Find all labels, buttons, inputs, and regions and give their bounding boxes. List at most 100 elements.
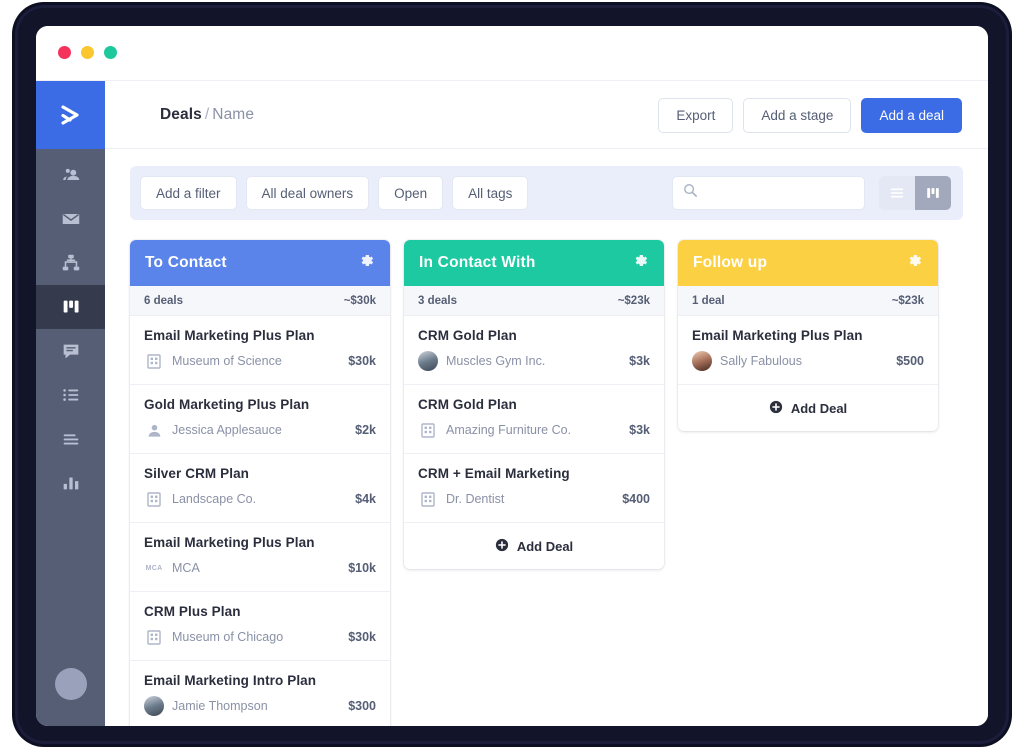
deal-company: Museum of Chicago [172,630,284,644]
sidebar-item-reports[interactable] [36,461,105,505]
breadcrumb: Deals / Name [160,106,254,124]
deal-title: Silver CRM Plan [144,466,250,481]
minimize-window-button[interactable] [81,46,94,59]
deal-card[interactable]: CRM Plus Plan Museum of Chicago $30k [130,592,390,661]
deal-card[interactable]: CRM Gold Plan Amazing Furniture Co. $3k [404,385,664,454]
window-titlebar [36,26,988,81]
sidebar-item-lists[interactable] [36,373,105,417]
plus-circle-icon [769,400,783,417]
column-total-value: ~$23k [891,294,924,307]
deal-card[interactable]: Silver CRM Plan Landscape Co. $4k [130,454,390,523]
column-deal-count: 6 deals [144,294,183,307]
sidebar-item-conversations[interactable] [36,329,105,373]
tags-filter[interactable]: All tags [452,176,529,210]
deal-company: MCA [172,561,200,575]
kanban-column: To Contact 6 deals ~$30k Email Marketing Pl… [130,240,390,726]
list-view-button[interactable] [879,176,915,210]
add-stage-button[interactable]: Add a stage [743,98,852,133]
sidebar-user-avatar[interactable] [55,668,87,700]
deal-meta: Jamie Thompson $300 [144,696,376,716]
deal-amount: $300 [348,699,376,713]
sidebar-item-campaigns[interactable] [36,197,105,241]
building-icon [144,351,164,371]
column-total-value: ~$30k [343,294,376,307]
view-toggle [879,176,951,210]
column-header: To Contact [130,240,390,286]
mca-logo-icon: MCA [145,564,163,572]
avatar-photo-icon [144,696,164,716]
text-lines-icon [63,434,78,445]
maximize-window-button[interactable] [104,46,117,59]
deal-amount: $4k [355,492,376,506]
gear-icon[interactable] [906,252,923,274]
deal-owners-filter[interactable]: All deal owners [245,176,370,210]
column-title: Follow up [693,254,768,271]
flowchart-icon [62,254,79,271]
kanban-icon [63,300,79,313]
deal-card[interactable]: CRM Gold Plan Muscles Gym Inc. $3k [404,316,664,385]
board-view-button[interactable] [915,176,951,210]
deal-amount: $400 [622,492,650,506]
column-header: Follow up [678,240,938,286]
deal-card[interactable]: CRM + Email Marketing Dr. Dentist $400 [404,454,664,523]
deal-title: CRM + Email Marketing [418,466,570,481]
deal-amount: $10k [348,561,376,575]
envelope-icon [62,213,79,225]
deal-meta: Landscape Co. $4k [144,489,376,509]
status-filter[interactable]: Open [378,176,444,210]
person-icon [144,420,164,440]
deal-meta: MCA MCA $10k [144,558,376,578]
breadcrumb-root[interactable]: Deals [160,106,202,123]
deal-card[interactable]: Email Marketing Plus Plan Sally Fabulous $… [678,316,938,385]
deal-title: CRM Gold Plan [418,397,517,412]
search-icon [683,183,698,203]
add-deal-footer-button[interactable]: Add Deal [404,523,664,569]
sidebar-item-automations[interactable] [36,241,105,285]
close-window-button[interactable] [58,46,71,59]
deal-meta: Sally Fabulous $500 [692,351,924,371]
deal-meta: Amazing Furniture Co. $3k [418,420,650,440]
search-input[interactable] [705,185,845,201]
deal-company: Museum of Science [172,354,282,368]
deal-card[interactable]: Gold Marketing Plus Plan Jessica Applesau… [130,385,390,454]
deal-title: CRM Plus Plan [144,604,241,619]
app-window: Deals / Name Export Add a stage Add a deal… [36,26,988,726]
main-content: Deals / Name Export Add a stage Add a deal… [105,81,988,726]
sidebar-item-forms[interactable] [36,417,105,461]
add-deal-button[interactable]: Add a deal [861,98,962,133]
deal-company: Amazing Furniture Co. [446,423,572,437]
kanban-board: To Contact 6 deals ~$30k Email Marketing Pl… [130,240,988,726]
search-box[interactable] [672,176,865,210]
export-button[interactable]: Export [658,98,734,133]
deal-amount: $3k [629,354,650,368]
column-stats: 6 deals ~$30k [130,286,390,316]
column-deal-count: 3 deals [418,294,457,307]
sidebar-item-deals[interactable] [36,285,105,329]
sidebar-item-contacts[interactable] [36,153,105,197]
list-view-icon [890,188,904,198]
deal-company: Muscles Gym Inc. [446,354,546,368]
filter-bar: Add a filter All deal owners Open All ta… [130,166,963,220]
add-deal-footer-button[interactable]: Add Deal [678,385,938,431]
deal-meta: Museum of Science $30k [144,351,376,371]
column-deal-count: 1 deal [692,294,725,307]
deal-card[interactable]: Email Marketing Intro Plan Jamie Thompson… [130,661,390,726]
deal-meta: Dr. Dentist $400 [418,489,650,509]
deal-meta: Jessica Applesauce $2k [144,420,376,440]
app-header: Deals / Name Export Add a stage Add a deal [105,81,988,149]
deal-title: Email Marketing Plus Plan [692,328,863,343]
deal-company: Jessica Applesauce [172,423,282,437]
column-stats: 1 deal ~$23k [678,286,938,316]
add-filter-button[interactable]: Add a filter [140,176,237,210]
add-deal-label: Add Deal [790,400,848,416]
gear-icon[interactable] [632,252,649,274]
deal-card[interactable]: Email Marketing Plus Plan Museum of Scien… [130,316,390,385]
deal-card[interactable]: Email Marketing Plus Plan MCA MCA $10k [130,523,390,592]
gear-icon[interactable] [358,252,375,274]
deal-company: Jamie Thompson [172,699,268,713]
list-icon [62,389,78,401]
avatar-photo-icon [692,351,712,371]
deal-title: Email Marketing Plus Plan [144,535,315,550]
deal-amount: $30k [348,630,376,644]
app-logo[interactable] [36,81,105,149]
